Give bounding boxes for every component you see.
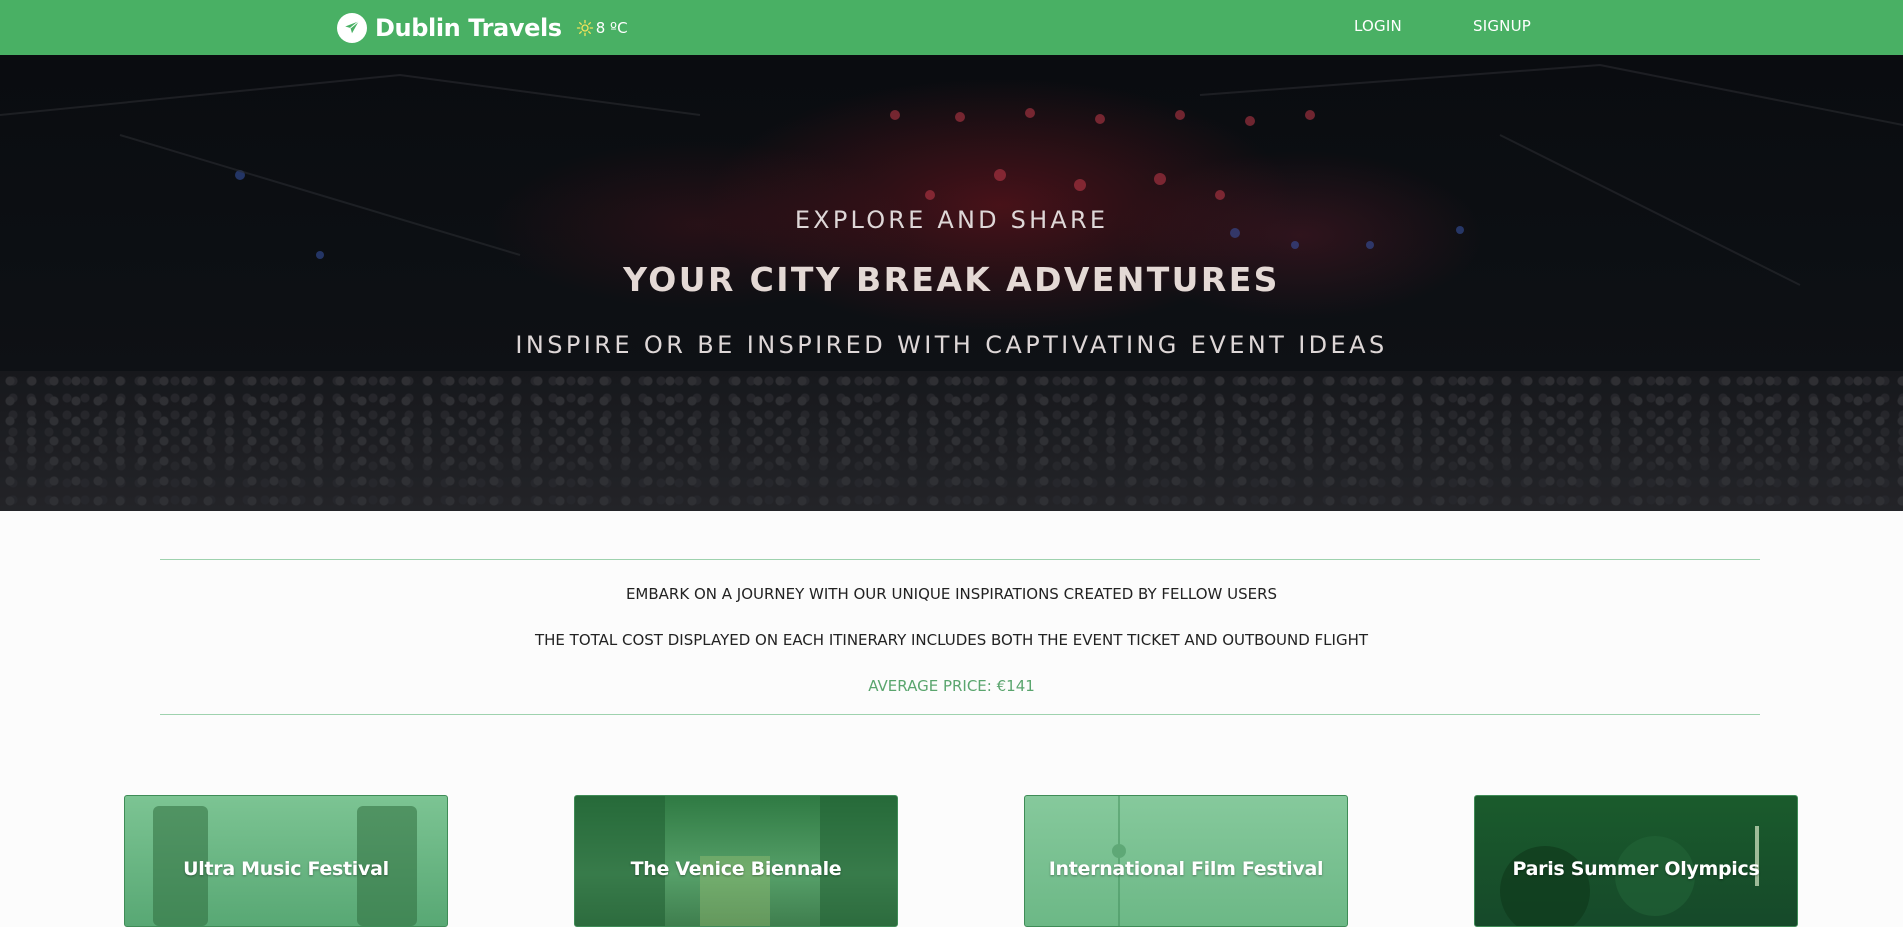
hero-banner: EXPLORE AND SHARE YOUR CITY BREAK ADVENT… <box>0 55 1903 511</box>
hero-title: YOUR CITY BREAK ADVENTURES <box>623 260 1280 299</box>
divider <box>160 559 1760 560</box>
event-card-title: Paris Summer Olympics <box>1512 858 1760 880</box>
event-card-title: International Film Festival <box>1048 858 1324 880</box>
event-card-title: Ultra Music Festival <box>183 858 389 880</box>
crowd-image <box>0 371 1903 511</box>
event-card[interactable]: International Film Festival <box>1024 795 1348 927</box>
brand-name[interactable]: Dublin Travels <box>375 14 562 42</box>
event-card-title: The Venice Biennale <box>630 858 842 880</box>
hero-subtitle: INSPIRE OR BE INSPIRED WITH CAPTIVATING … <box>515 331 1388 359</box>
info-intro: EMBARK ON A JOURNEY WITH OUR UNIQUE INSP… <box>625 585 1278 603</box>
hero-eyebrow: EXPLORE AND SHARE <box>794 206 1109 234</box>
divider <box>160 714 1760 715</box>
info-cost-note: THE TOTAL COST DISPLAYED ON EACH ITINERA… <box>534 631 1369 649</box>
event-card[interactable]: The Venice Biennale <box>574 795 898 927</box>
event-card[interactable]: Paris Summer Olympics <box>1474 795 1798 927</box>
sun-icon <box>576 19 593 36</box>
navbar: Dublin Travels 8 ºC LOGIN SIGNUP <box>0 0 1903 55</box>
weather-widget: 8 ºC <box>576 19 628 37</box>
plane-icon <box>337 12 367 43</box>
weather-temperature: 8 ºC <box>595 18 628 37</box>
login-link[interactable]: LOGIN <box>1354 17 1402 35</box>
event-card[interactable]: Ultra Music Festival <box>124 795 448 927</box>
brand[interactable]: Dublin Travels 8 ºC <box>337 12 628 43</box>
signup-link[interactable]: SIGNUP <box>1473 17 1531 35</box>
average-price: AVERAGE PRICE: €141 <box>868 677 1035 695</box>
